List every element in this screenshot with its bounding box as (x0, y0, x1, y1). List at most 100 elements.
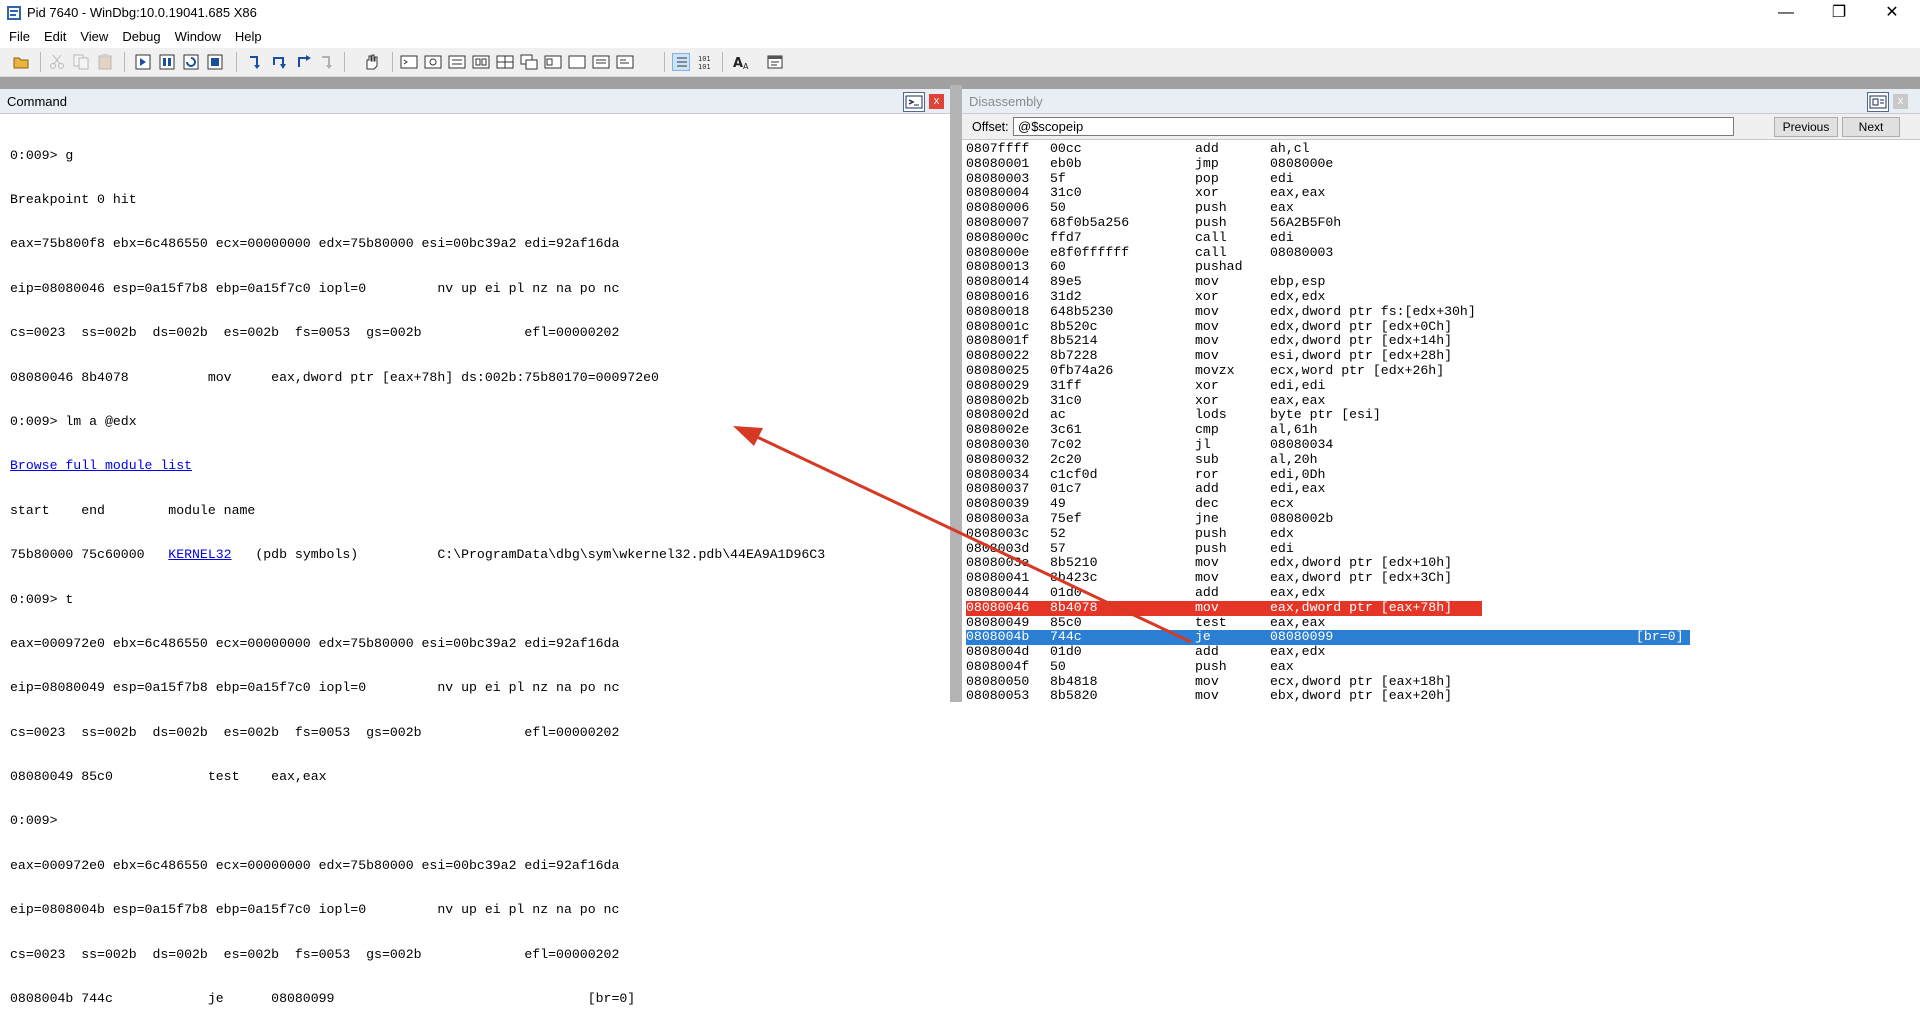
run-to-cursor-icon[interactable] (318, 53, 336, 71)
disassembly-row[interactable]: 0808003a 75ef jne 0808002b (966, 510, 1716, 527)
opcode-bytes: 89e5 (1050, 274, 1082, 290)
disassembly-row[interactable]: 0808000e e8f0ffffff call 08080003 (966, 245, 1716, 261)
disassembly-row[interactable]: 08080044 01d0 add eax,edx (966, 584, 1716, 601)
step-out-icon[interactable] (294, 53, 312, 71)
address: 0808002d (966, 407, 1030, 423)
hand-icon[interactable] (362, 53, 380, 71)
disassembly-row[interactable]: 08080007 68f0b5a256 push 56A2B5F0h (966, 214, 1716, 231)
disassembly-row[interactable]: 0808002d ac lods byte ptr [esi] (966, 408, 1716, 423)
disassembly-row[interactable]: 08080001 eb0b jmp 0808000e (966, 156, 1716, 172)
previous-button[interactable]: Previous (1774, 117, 1838, 137)
menu-debug[interactable]: Debug (115, 26, 167, 48)
disassembly-row[interactable]: 08080034 c1cf0d ror edi,0Dh (966, 466, 1716, 483)
menu-file[interactable]: File (0, 26, 37, 48)
disassembly-row[interactable]: 08080039 49 dec ecx (966, 496, 1716, 512)
operands: ah,cl (1270, 141, 1310, 156)
disassembly-row[interactable]: 08080041 8b423c mov eax,dword ptr [edx+3Ch] (966, 570, 1716, 586)
disassembly-row-breakpoint[interactable]: 08080046 8b4078 mov eax,dword ptr [eax+78h] (966, 599, 1482, 616)
maximize-button[interactable]: ❐ (1816, 0, 1862, 26)
disassembly-row[interactable]: 08080022 8b7228 mov esi,dword ptr [edx+28h] (966, 348, 1716, 364)
disassembly-row[interactable]: 0808004f 50 push eax (966, 659, 1716, 675)
command-window-icon[interactable] (903, 92, 925, 112)
next-button[interactable]: Next (1842, 117, 1900, 137)
mnemonic: push (1195, 540, 1227, 556)
operands: 0808002b (1270, 510, 1334, 526)
disassembly-row[interactable]: 0808003d 57 push edi (966, 540, 1716, 557)
disassembly-row[interactable]: 08080018 648b5230 mov edx,dword ptr fs:[edx… (966, 304, 1716, 320)
disassembly-row[interactable]: 08080006 50 push eax (966, 200, 1716, 216)
processes-icon[interactable] (592, 53, 610, 71)
stop-icon[interactable] (206, 53, 224, 71)
disassembly-row[interactable]: 08080053 8b5820 mov ebx,dword ptr [eax+20h] (966, 689, 1716, 702)
offset-input[interactable]: @$scopeip (1013, 117, 1734, 136)
break-icon[interactable] (158, 53, 176, 71)
menu-edit[interactable]: Edit (37, 26, 73, 48)
disassembly-row[interactable]: 08080050 8b4818 mov ecx,dword ptr [eax+18h] (966, 674, 1716, 690)
disassembly-row[interactable]: 08080032 2c20 sub al,20h (966, 451, 1716, 468)
menu-help[interactable]: Help (228, 26, 269, 48)
source-mode-toggle-icon[interactable] (672, 53, 690, 71)
mnemonic: sub (1195, 451, 1219, 467)
locals-icon[interactable] (448, 53, 466, 71)
disassembly-row[interactable]: 08080014 89e5 mov ebp,esp (966, 274, 1716, 290)
menu-window[interactable]: Window (168, 26, 228, 48)
command-close-button[interactable]: x (929, 94, 944, 109)
kernel32-module-link[interactable]: KERNEL32 (168, 547, 231, 562)
disassembly-row[interactable]: 08080029 31ff xor edi,edi (966, 378, 1716, 394)
disassembly-row[interactable]: 08080003 5f pop edi (966, 170, 1716, 187)
disassembly-row[interactable]: 08080025 0fb74a26 movzx ecx,word ptr [edx+2… (966, 363, 1716, 379)
close-button[interactable]: ✕ (1869, 0, 1915, 26)
command-window-icon[interactable] (400, 53, 418, 71)
operands: edi,0Dh (1270, 466, 1326, 482)
disassembly-row[interactable]: 08080013 60 pushad (966, 260, 1716, 275)
disassembly-close-button[interactable]: x (1893, 94, 1908, 109)
opcode-bytes: 3c61 (1050, 422, 1082, 438)
watch-icon[interactable] (424, 53, 442, 71)
step-over-icon[interactable] (270, 53, 288, 71)
opcode-bytes: 01d0 (1050, 584, 1082, 600)
mnemonic: call (1195, 229, 1227, 245)
mnemonic: push (1195, 525, 1227, 541)
pane-splitter[interactable] (950, 85, 962, 702)
operands: edx,dword ptr [edx+14h] (1270, 333, 1453, 349)
disassembly-row[interactable]: 0807ffff 00cc add ah,cl (966, 141, 1716, 157)
disassembly-row[interactable]: 0808001c 8b520c mov edx,dword ptr [edx+0Ch] (966, 319, 1716, 335)
copy-icon[interactable] (72, 53, 90, 71)
source-mode-icon[interactable] (616, 53, 634, 71)
mnemonic: pop (1195, 170, 1219, 186)
call-stack-icon[interactable] (520, 53, 538, 71)
disassembly-row[interactable]: 08080037 01c7 add edi,eax (966, 482, 1716, 497)
disassembly-row[interactable]: 0808002e 3c61 cmp al,61h (966, 422, 1716, 438)
step-into-icon[interactable] (246, 53, 264, 71)
menu-view[interactable]: View (73, 26, 115, 48)
browse-module-list-link[interactable]: Browse full module list (10, 458, 192, 473)
hex-mode-icon[interactable]: 101 101 (696, 53, 714, 71)
disassembly-row[interactable]: 08080016 31d2 xor edx,edx (966, 289, 1716, 305)
restart-icon[interactable] (182, 53, 200, 71)
go-icon[interactable] (134, 53, 152, 71)
disassembly-icon[interactable] (544, 53, 562, 71)
disassembly-row[interactable]: 0808004d 01d0 add eax,edx (966, 644, 1716, 660)
options-icon[interactable] (766, 53, 784, 71)
disassembly-row[interactable]: 08080049 85c0 test eax,eax (966, 615, 1716, 631)
opcode-bytes: 8b4078 (1050, 599, 1098, 615)
disassembly-row[interactable]: 0808002b 31c0 xor eax,eax (966, 393, 1716, 409)
disassembly-window-icon[interactable] (1867, 92, 1889, 112)
scratch-pad-icon[interactable] (568, 53, 586, 71)
disassembly-row-current[interactable]: 0808004b 744c je 08080099 [br=0] (966, 629, 1690, 646)
font-icon[interactable]: AA (732, 53, 750, 71)
open-icon[interactable] (12, 53, 30, 71)
registers-icon[interactable] (472, 53, 490, 71)
minimize-button[interactable]: — (1763, 0, 1809, 26)
mnemonic: dec (1195, 496, 1219, 512)
disassembly-row[interactable]: 0808001f 8b5214 mov edx,dword ptr [edx+14h] (966, 334, 1716, 349)
disassembly-row[interactable]: 0808000c ffd7 call edi (966, 229, 1716, 246)
paste-icon[interactable] (96, 53, 114, 71)
disassembly-row[interactable]: 08080004 31c0 xor eax,eax (966, 186, 1716, 201)
cut-icon[interactable] (48, 53, 66, 71)
disassembly-row[interactable]: 0808003e 8b5210 mov edx,dword ptr [edx+10h] (966, 556, 1716, 571)
opcode-bytes: 68f0b5a256 (1050, 214, 1130, 230)
disassembly-row[interactable]: 0808003c 52 push edx (966, 525, 1716, 542)
memory-icon[interactable] (496, 53, 514, 71)
disassembly-row[interactable]: 08080030 7c02 jl 08080034 (966, 437, 1716, 453)
